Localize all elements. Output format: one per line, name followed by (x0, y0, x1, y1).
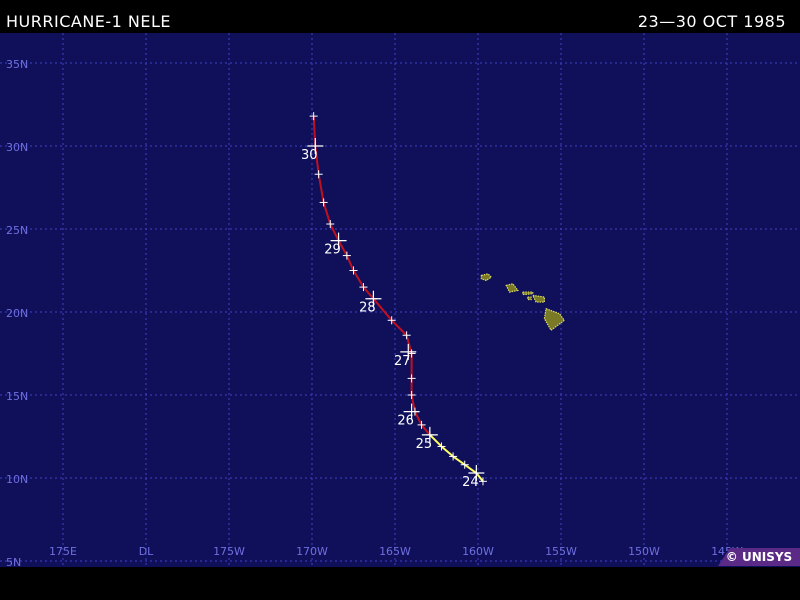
day-label-25: 25 (416, 437, 433, 452)
track-map: 24 2526 27 28 29 30 35N 30N 25N 20N 15N 10N 5N 175E D… (0, 33, 800, 567)
storm-title: HURRICANE-1 NELE (6, 12, 172, 31)
lon-label-160W: 160W (462, 545, 494, 558)
lon-label-170W: 170W (296, 545, 328, 558)
header-bar: HURRICANE-1 NELE 23—30 OCT 1985 (0, 0, 800, 33)
day-label-26: 26 (397, 414, 414, 429)
lon-label-175E: 175E (49, 545, 77, 558)
lat-label-25N: 25N (6, 224, 28, 237)
ocean (0, 33, 800, 567)
lon-label-DL: DL (139, 545, 154, 558)
lat-label-5N: 5N (6, 556, 21, 567)
lat-label-15N: 15N (6, 390, 28, 403)
date-range: 23—30 OCT 1985 (637, 12, 786, 31)
lon-label-175W: 175W (213, 545, 245, 558)
day-label-29: 29 (324, 243, 341, 258)
lat-label-20N: 20N (6, 307, 28, 320)
day-label-30: 30 (301, 148, 318, 163)
lon-label-155W: 155W (545, 545, 577, 558)
island-lanai (527, 296, 532, 301)
day-label-27: 27 (394, 354, 411, 369)
lon-label-150W: 150W (628, 545, 660, 558)
lat-label-35N: 35N (6, 58, 28, 71)
unisys-credit: © UNISYS (718, 548, 800, 566)
day-label-24: 24 (462, 475, 479, 490)
lat-label-30N: 30N (6, 141, 28, 154)
lat-label-10N: 10N (6, 473, 28, 486)
day-label-28: 28 (359, 301, 376, 316)
footer-bar (0, 567, 800, 600)
lon-label-165W: 165W (379, 545, 411, 558)
